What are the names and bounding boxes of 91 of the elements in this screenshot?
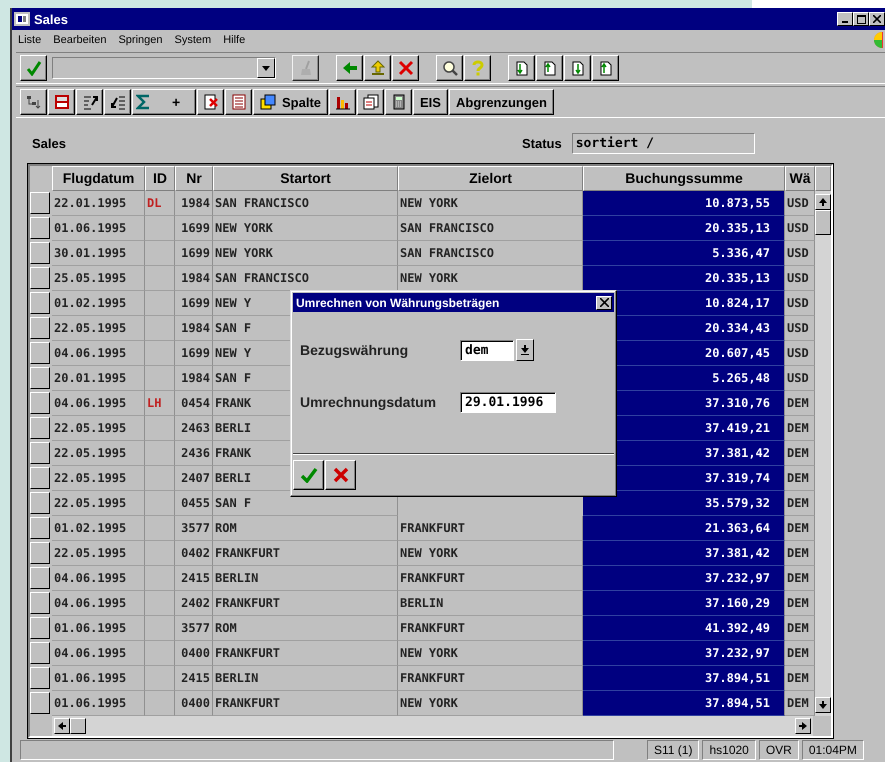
flight-number-cell: 1984 xyxy=(175,191,213,216)
eis-button[interactable]: EIS xyxy=(413,89,448,115)
flight-number-cell: 0402 xyxy=(175,541,213,566)
menu-item[interactable]: Hilfe xyxy=(223,34,246,46)
origin-cell: BERLIN xyxy=(213,566,398,591)
flight-number-cell: 0400 xyxy=(175,641,213,666)
column-header[interactable]: Wä xyxy=(785,166,815,191)
amount-cell: 5.336,47 xyxy=(583,241,785,266)
amount-cell: 35.579,32 xyxy=(583,491,785,516)
date-cell: 04.06.1995 xyxy=(52,341,145,366)
amount-cell: 37.232,97 xyxy=(583,566,785,591)
date-cell: 22.01.1995 xyxy=(52,191,145,216)
column-header[interactable]: Nr xyxy=(175,166,213,191)
ranges-button[interactable]: Abgrenzungen xyxy=(448,89,554,115)
flight-number-cell: 2415 xyxy=(175,666,213,691)
origin-cell: ROM xyxy=(213,516,398,541)
amount-cell: 37.894,51 xyxy=(583,691,785,716)
amount-cell: 20.335,13 xyxy=(583,216,785,241)
flight-number-cell: 2415 xyxy=(175,566,213,591)
date-cell: 20.01.1995 xyxy=(52,366,145,391)
airline-cell: LH xyxy=(145,391,175,416)
amount-cell: 37.160,29 xyxy=(583,591,785,616)
column-header[interactable]: Flugdatum xyxy=(52,166,145,191)
date-cell: 04.06.1995 xyxy=(52,591,145,616)
menu-item[interactable]: System xyxy=(174,34,212,46)
flight-number-cell: 0455 xyxy=(175,491,213,516)
date-cell: 22.05.1995 xyxy=(52,491,145,516)
sum-button[interactable]: + xyxy=(132,89,196,115)
input-field[interactable]: dem xyxy=(460,340,514,360)
status-field: S11 (1) xyxy=(647,740,700,760)
flight-number-cell: 1699 xyxy=(175,291,213,316)
origin-cell: BERLIN xyxy=(213,666,398,691)
date-cell: 04.06.1995 xyxy=(52,566,145,591)
origin-cell: NEW YORK xyxy=(213,241,398,266)
origin-cell: FRANKFURT xyxy=(213,641,398,666)
menu-item[interactable]: Bearbeiten xyxy=(53,34,106,46)
amount-cell: 41.392,49 xyxy=(583,616,785,641)
amount-cell: 21.363,64 xyxy=(583,516,785,541)
status-field: 01:04PM xyxy=(802,740,864,760)
flight-number-cell: 1699 xyxy=(175,341,213,366)
date-cell: 01.02.1995 xyxy=(52,291,145,316)
airline-cell: DL xyxy=(145,191,175,216)
amount-cell: 37.894,51 xyxy=(583,666,785,691)
amount-cell: 37.381,42 xyxy=(583,541,785,566)
column-header[interactable]: Startort xyxy=(213,166,398,191)
flight-number-cell: 2463 xyxy=(175,416,213,441)
date-cell: 22.05.1995 xyxy=(52,316,145,341)
origin-cell: SAN FRANCISCO xyxy=(213,191,398,216)
date-cell: 22.05.1995 xyxy=(52,416,145,441)
date-cell: 22.05.1995 xyxy=(52,541,145,566)
date-cell: 22.05.1995 xyxy=(52,466,145,491)
flight-number-cell: 3577 xyxy=(175,516,213,541)
flight-number-cell: 3577 xyxy=(175,616,213,641)
flight-number-cell: 1699 xyxy=(175,241,213,266)
flight-number-cell: 1984 xyxy=(175,316,213,341)
status-label: Status xyxy=(522,136,562,150)
date-cell: 01.06.1995 xyxy=(52,616,145,641)
flight-number-cell: 1699 xyxy=(175,216,213,241)
status-field: sortiert / xyxy=(572,132,755,154)
amount-cell: 10.873,55 xyxy=(583,191,785,216)
flight-number-cell: 0454 xyxy=(175,391,213,416)
menu-item[interactable]: Liste xyxy=(18,34,42,46)
list-title: Sales xyxy=(31,136,67,150)
date-cell: 01.06.1995 xyxy=(52,216,145,241)
date-cell: 22.05.1995 xyxy=(52,441,145,466)
window-title: Sales xyxy=(34,12,68,26)
origin-cell: FRANKFURT xyxy=(213,591,398,616)
date-cell: 01.02.1995 xyxy=(52,516,145,541)
input-field[interactable]: 29.01.1996 xyxy=(460,392,556,412)
date-cell: 04.06.1995 xyxy=(52,391,145,416)
date-cell: 01.06.1995 xyxy=(52,666,145,691)
flight-number-cell: 2407 xyxy=(175,466,213,491)
amount-cell: 37.232,97 xyxy=(583,641,785,666)
origin-cell: NEW YORK xyxy=(213,216,398,241)
date-cell: 04.06.1995 xyxy=(52,641,145,666)
column-button[interactable]: Spalte xyxy=(253,89,328,115)
status-field: OVR xyxy=(758,740,799,760)
origin-cell: FRANKFURT xyxy=(213,541,398,566)
flight-number-cell: 2436 xyxy=(175,441,213,466)
status-field: hs1020 xyxy=(702,740,756,760)
column-header[interactable]: ID xyxy=(145,166,175,191)
origin-cell: ROM xyxy=(213,616,398,641)
amount-cell: 20.335,13 xyxy=(583,266,785,291)
flight-number-cell: 1984 xyxy=(175,366,213,391)
column-header[interactable]: Zielort xyxy=(398,166,583,191)
flight-number-cell: 2402 xyxy=(175,591,213,616)
menu-item[interactable]: Springen xyxy=(118,34,163,46)
column-header[interactable]: Buchungssumme xyxy=(583,166,785,191)
flight-number-cell: 1984 xyxy=(175,266,213,291)
date-cell: 30.01.1995 xyxy=(52,241,145,266)
date-cell: 25.05.1995 xyxy=(52,266,145,291)
